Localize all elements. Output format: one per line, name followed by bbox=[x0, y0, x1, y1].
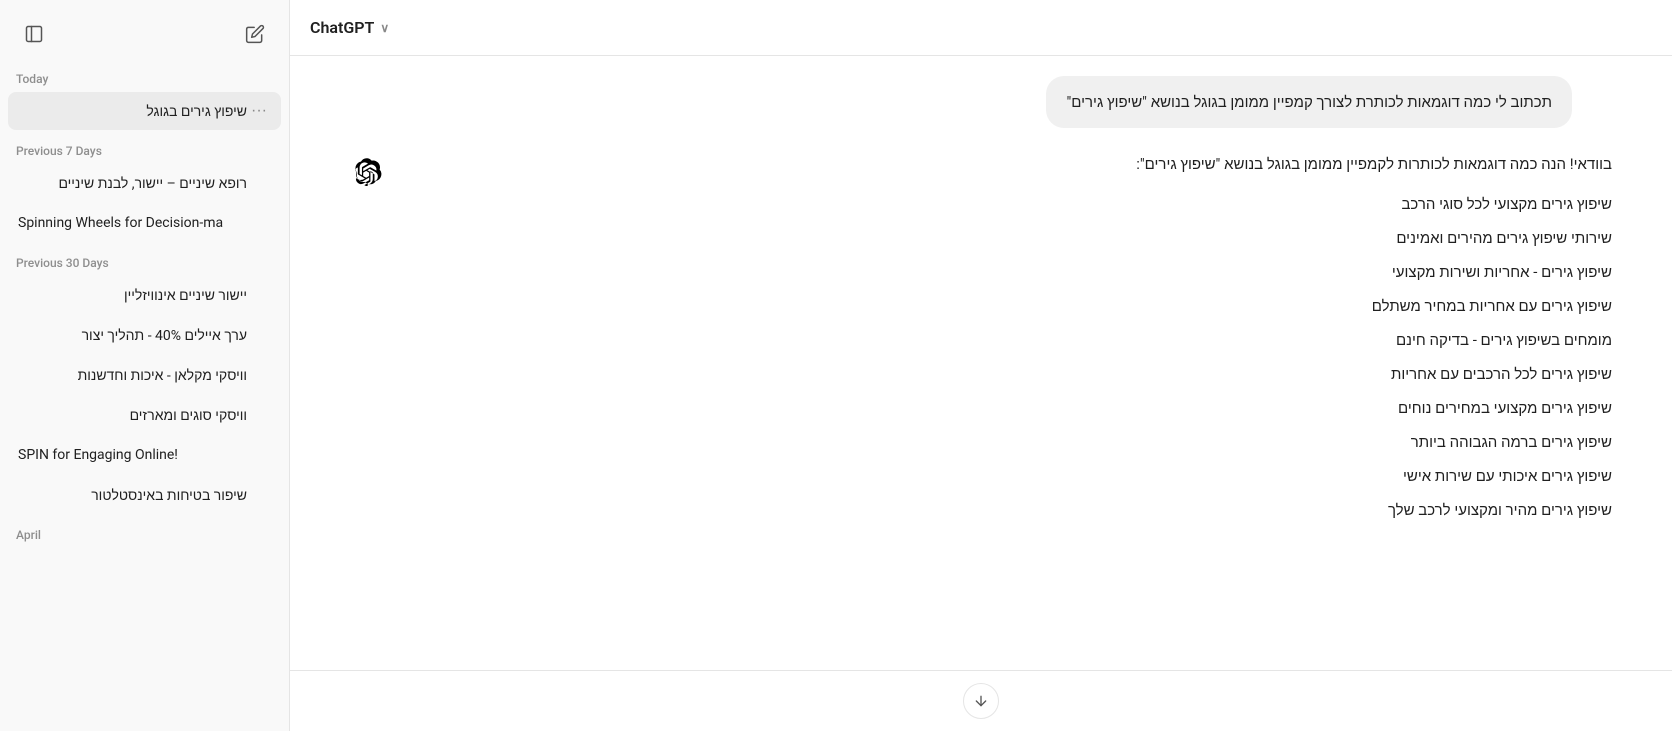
sidebar-toggle-icon bbox=[24, 24, 44, 44]
app-name: ChatGPT bbox=[310, 18, 374, 37]
ai-message: בוודאי! הנה כמה דוגמאות לכותרות לקמפיין … bbox=[330, 152, 1632, 522]
user-message: תכתוב לי כמה דוגמאות לכותרת לצורך קמפיין… bbox=[330, 76, 1632, 128]
sidebar-item-text: SPIN for Engaging Online! bbox=[18, 447, 247, 463]
list-item: שיפוץ גירים איכותי עם שירות אישי bbox=[402, 464, 1612, 488]
section-label-april: April bbox=[8, 516, 281, 548]
user-bubble: תכתוב לי כמה דוגמאות לכותרת לצורך קמפיין… bbox=[1046, 76, 1572, 128]
sidebar-item-shiputz-girim[interactable]: שיפוץ גירים בגוגל ··· bbox=[8, 92, 281, 130]
sidebar-item-rofeh[interactable]: רופא שיניים – יישור, לבנת שיניים ··· bbox=[8, 164, 281, 202]
sidebar-item-text: יישור שיניים אינוויזליין bbox=[18, 287, 247, 304]
list-item: שירותי שיפוץ גירים מהירים ואמינים bbox=[402, 226, 1612, 250]
sidebar-item-whisky-types[interactable]: וויסקי סוגים ומארזים ··· bbox=[8, 396, 281, 434]
app-title-button[interactable]: ChatGPT ∨ bbox=[310, 18, 389, 37]
list-item: שיפוץ גירים עם אחריות במחיר משתלם bbox=[402, 294, 1612, 318]
ai-intro-text: בוודאי! הנה כמה דוגמאות לכותרות לקמפיין … bbox=[402, 152, 1612, 176]
sidebar-item-whisky-mcallan[interactable]: וויסקי מקלאן - איכות וחדשנות ··· bbox=[8, 356, 281, 394]
chevron-down-icon: ∨ bbox=[380, 21, 389, 35]
list-item: שיפוץ גירים מקצועי לכל סוגי הרכב bbox=[402, 192, 1612, 216]
openai-logo-icon bbox=[350, 154, 386, 190]
edit-icon bbox=[245, 24, 265, 44]
new-chat-button[interactable] bbox=[237, 16, 273, 52]
list-item: שיפוץ גירים מקצועי במחירים נוחים bbox=[402, 396, 1612, 420]
section-label-today: Today bbox=[8, 60, 281, 92]
sidebar-content: Today שיפוץ גירים בגוגל ··· Previous 7 D… bbox=[0, 60, 289, 731]
sidebar-item-yishur-shinayim[interactable]: יישור שיניים אינוויזליין ··· bbox=[8, 276, 281, 314]
sidebar-item-text: ערך איילים 40% - תהליך יצור bbox=[18, 327, 247, 344]
sidebar-item-eylim[interactable]: ערך איילים 40% - תהליך יצור ··· bbox=[8, 316, 281, 354]
sidebar-item-text: שיפוץ גירים בגוגל bbox=[18, 103, 247, 120]
sidebar-toggle-button[interactable] bbox=[16, 16, 52, 52]
section-label-prev30: Previous 30 Days bbox=[8, 244, 281, 276]
list-item: שיפוץ גירים מהיר ומקצועי לרכב שלך bbox=[402, 498, 1612, 522]
chatgpt-icon bbox=[354, 158, 382, 186]
scroll-down-button[interactable] bbox=[963, 683, 999, 719]
main-content: ChatGPT ∨ תכתוב לי כמה דוגמאות לכותרת לצ… bbox=[290, 0, 1672, 731]
list-item: שיפוץ גירים לכל הרכבים עם אחריות bbox=[402, 362, 1612, 386]
list-item: שיפוץ גירים ברמה הגבוהה ביותר bbox=[402, 430, 1612, 454]
arrow-down-icon bbox=[973, 693, 989, 709]
sidebar-item-spinning[interactable]: Spinning Wheels for Decision-ma ··· bbox=[8, 204, 281, 242]
ai-list: שיפוץ גירים מקצועי לכל סוגי הרכב שירותי … bbox=[402, 192, 1612, 522]
sidebar-item-text: וויסקי מקלאן - איכות וחדשנות bbox=[18, 367, 247, 384]
sidebar-header bbox=[0, 0, 289, 60]
sidebar-item-instalator[interactable]: שיפור בטיחות באינסטלטור ··· bbox=[8, 476, 281, 514]
chat-area: תכתוב לי כמה דוגמאות לכותרת לצורך קמפיין… bbox=[290, 56, 1672, 670]
section-label-prev7: Previous 7 Days bbox=[8, 132, 281, 164]
sidebar: Today שיפוץ גירים בגוגל ··· Previous 7 D… bbox=[0, 0, 290, 731]
sidebar-item-spin[interactable]: SPIN for Engaging Online! ··· bbox=[8, 436, 281, 474]
list-item: מומחים בשיפוץ גירים - בדיקה חינם bbox=[402, 328, 1612, 352]
main-header: ChatGPT ∨ bbox=[290, 0, 1672, 56]
sidebar-item-text: Spinning Wheels for Decision-ma bbox=[18, 215, 247, 231]
item-options-button[interactable]: ··· bbox=[247, 100, 271, 122]
sidebar-item-text: שיפור בטיחות באינסטלטור bbox=[18, 487, 247, 504]
ai-content: בוודאי! הנה כמה דוגמאות לכותרות לקמפיין … bbox=[402, 152, 1612, 522]
sidebar-item-text: רופא שיניים – יישור, לבנת שיניים bbox=[18, 175, 247, 192]
bottom-bar bbox=[290, 670, 1672, 731]
sidebar-item-text: וויסקי סוגים ומארזים bbox=[18, 407, 247, 424]
list-item: שיפוץ גירים - אחריות ושירות מקצועי bbox=[402, 260, 1612, 284]
